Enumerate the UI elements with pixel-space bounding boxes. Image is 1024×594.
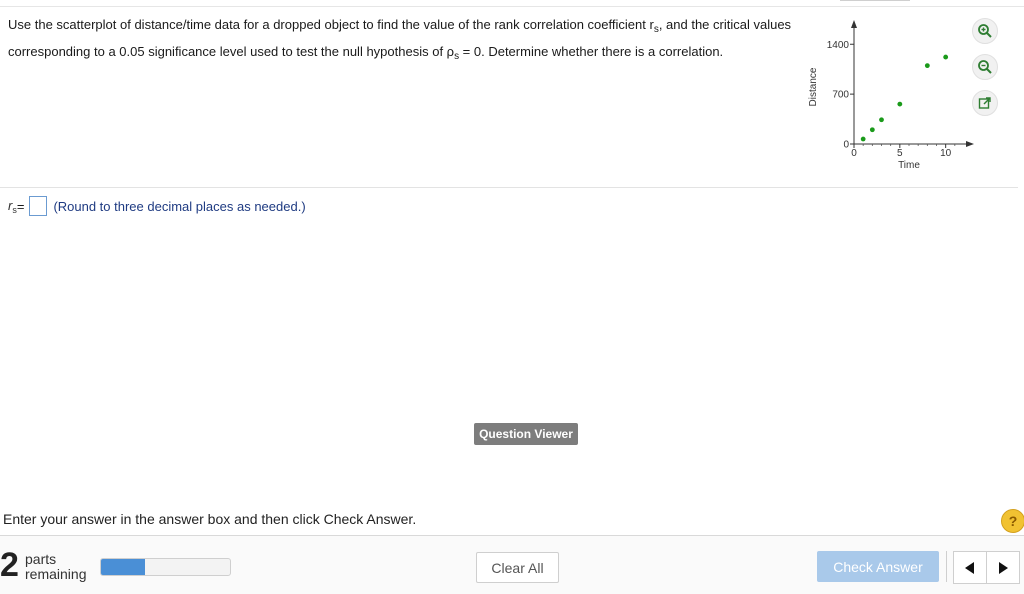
rs-label: rs <box>8 198 17 215</box>
progress-bar <box>100 558 231 576</box>
rs-answer-input[interactable] <box>29 196 48 216</box>
x-tick-label: 5 <box>897 148 903 159</box>
popout-icon[interactable] <box>972 90 998 116</box>
section-divider <box>0 187 1018 188</box>
zoom-out-icon[interactable] <box>972 54 998 80</box>
parts-remaining-label: parts remaining <box>25 552 86 582</box>
y-tick-label: 700 <box>832 90 849 101</box>
parts-label-line-2: remaining <box>25 566 87 582</box>
scatterplot: 0 5 10 0 700 1400 Time Distance <box>802 16 982 176</box>
parts-remaining-count: 2 <box>0 546 19 584</box>
nav-separator <box>946 551 947 582</box>
x-tick-label: 10 <box>940 148 952 159</box>
question-viewer-button[interactable]: Question Viewer <box>474 423 578 445</box>
round-note: (Round to three decimal places as needed… <box>53 198 306 214</box>
zoom-in-icon[interactable] <box>972 18 998 44</box>
help-icon[interactable]: ? <box>1001 509 1024 533</box>
data-point <box>879 117 884 123</box>
question-text: Use the scatterplot of distance/time dat… <box>8 14 808 68</box>
data-point <box>869 127 875 133</box>
check-answer-button[interactable]: Check Answer <box>817 551 939 582</box>
x-axis-arrow <box>966 141 974 147</box>
y-tick-label: 0 <box>843 140 849 151</box>
parts-label-line-1: parts <box>25 551 57 567</box>
answer-row: rs = (Round to three decimal places as n… <box>8 195 306 217</box>
data-point <box>924 63 930 69</box>
progress-fill <box>101 559 145 575</box>
clear-all-button[interactable]: Clear All <box>476 552 559 583</box>
data-point <box>860 136 866 142</box>
x-axis-title: Time <box>898 160 920 171</box>
data-point <box>943 54 949 60</box>
triangle-left-icon <box>965 561 974 574</box>
top-rule <box>0 6 1024 7</box>
question-part-1: Use the scatterplot of distance/time dat… <box>8 17 654 32</box>
question-part-3: = 0. Determine whether there is a correl… <box>459 44 724 59</box>
data-point <box>897 101 903 107</box>
y-axis-arrow <box>851 20 857 28</box>
scatterplot-svg: 0 5 10 0 700 1400 Time Distance <box>808 20 974 171</box>
triangle-right-icon <box>999 561 1008 574</box>
x-tick-label: 0 <box>851 148 857 159</box>
top-rule-accent <box>840 0 910 1</box>
next-question-button[interactable] <box>986 551 1020 584</box>
instructions-text: Enter your answer in the answer box and … <box>3 511 417 527</box>
y-axis-title: Distance <box>808 67 819 106</box>
y-tick-label: 1400 <box>827 40 850 51</box>
previous-question-button[interactable] <box>953 551 987 584</box>
rs-equals: = <box>16 198 25 214</box>
